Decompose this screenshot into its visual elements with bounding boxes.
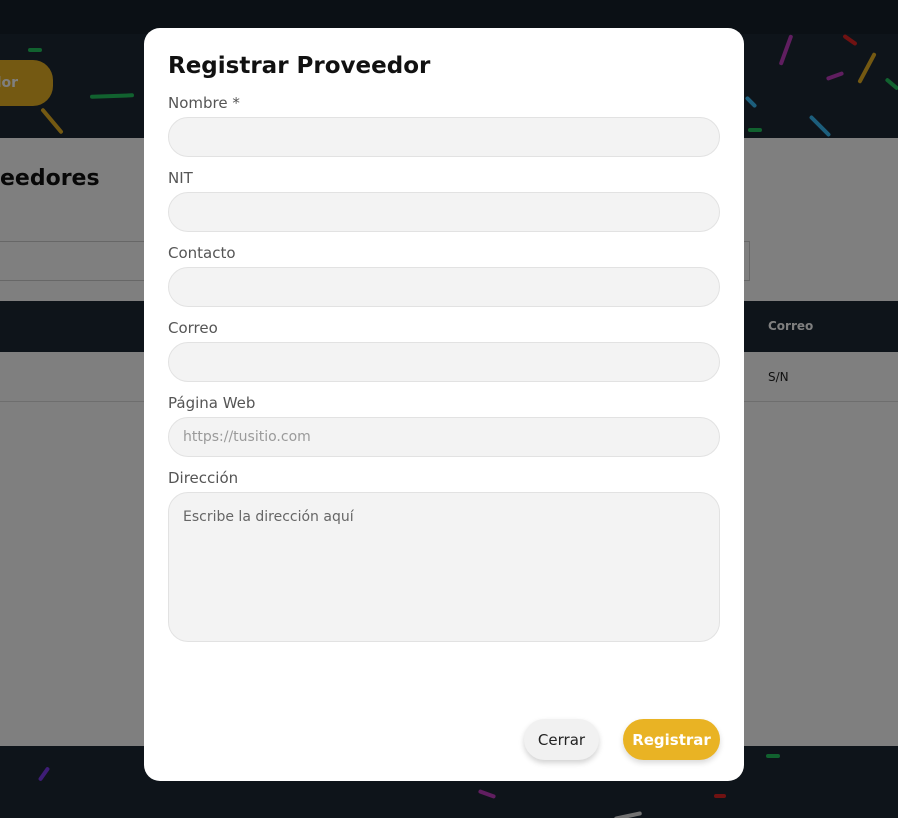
nit-label: NIT xyxy=(168,169,193,187)
direccion-textarea[interactable] xyxy=(168,492,720,642)
correo-field-group: Correo xyxy=(168,317,720,382)
register-supplier-modal: Registrar Proveedor Nombre * NIT Contact… xyxy=(144,28,744,781)
nombre-input[interactable] xyxy=(168,117,720,157)
nit-input[interactable] xyxy=(168,192,720,232)
close-button[interactable]: Cerrar xyxy=(524,719,599,760)
nit-field-group: NIT xyxy=(168,167,720,232)
pagina-web-input[interactable] xyxy=(168,417,720,457)
modal-title: Registrar Proveedor xyxy=(168,53,431,79)
nombre-label: Nombre * xyxy=(168,94,240,112)
correo-input[interactable] xyxy=(168,342,720,382)
register-button[interactable]: Registrar xyxy=(623,719,720,760)
pagina-web-label: Página Web xyxy=(168,394,256,412)
contacto-field-group: Contacto xyxy=(168,242,720,307)
contacto-label: Contacto xyxy=(168,244,236,262)
modal-actions: Cerrar Registrar xyxy=(524,719,720,760)
nombre-field-group: Nombre * xyxy=(168,92,720,157)
pagina-web-field-group: Página Web xyxy=(168,392,720,457)
direccion-label: Dirección xyxy=(168,469,239,487)
contacto-input[interactable] xyxy=(168,267,720,307)
correo-label: Correo xyxy=(168,319,218,337)
direccion-field-group: Dirección xyxy=(168,467,720,646)
